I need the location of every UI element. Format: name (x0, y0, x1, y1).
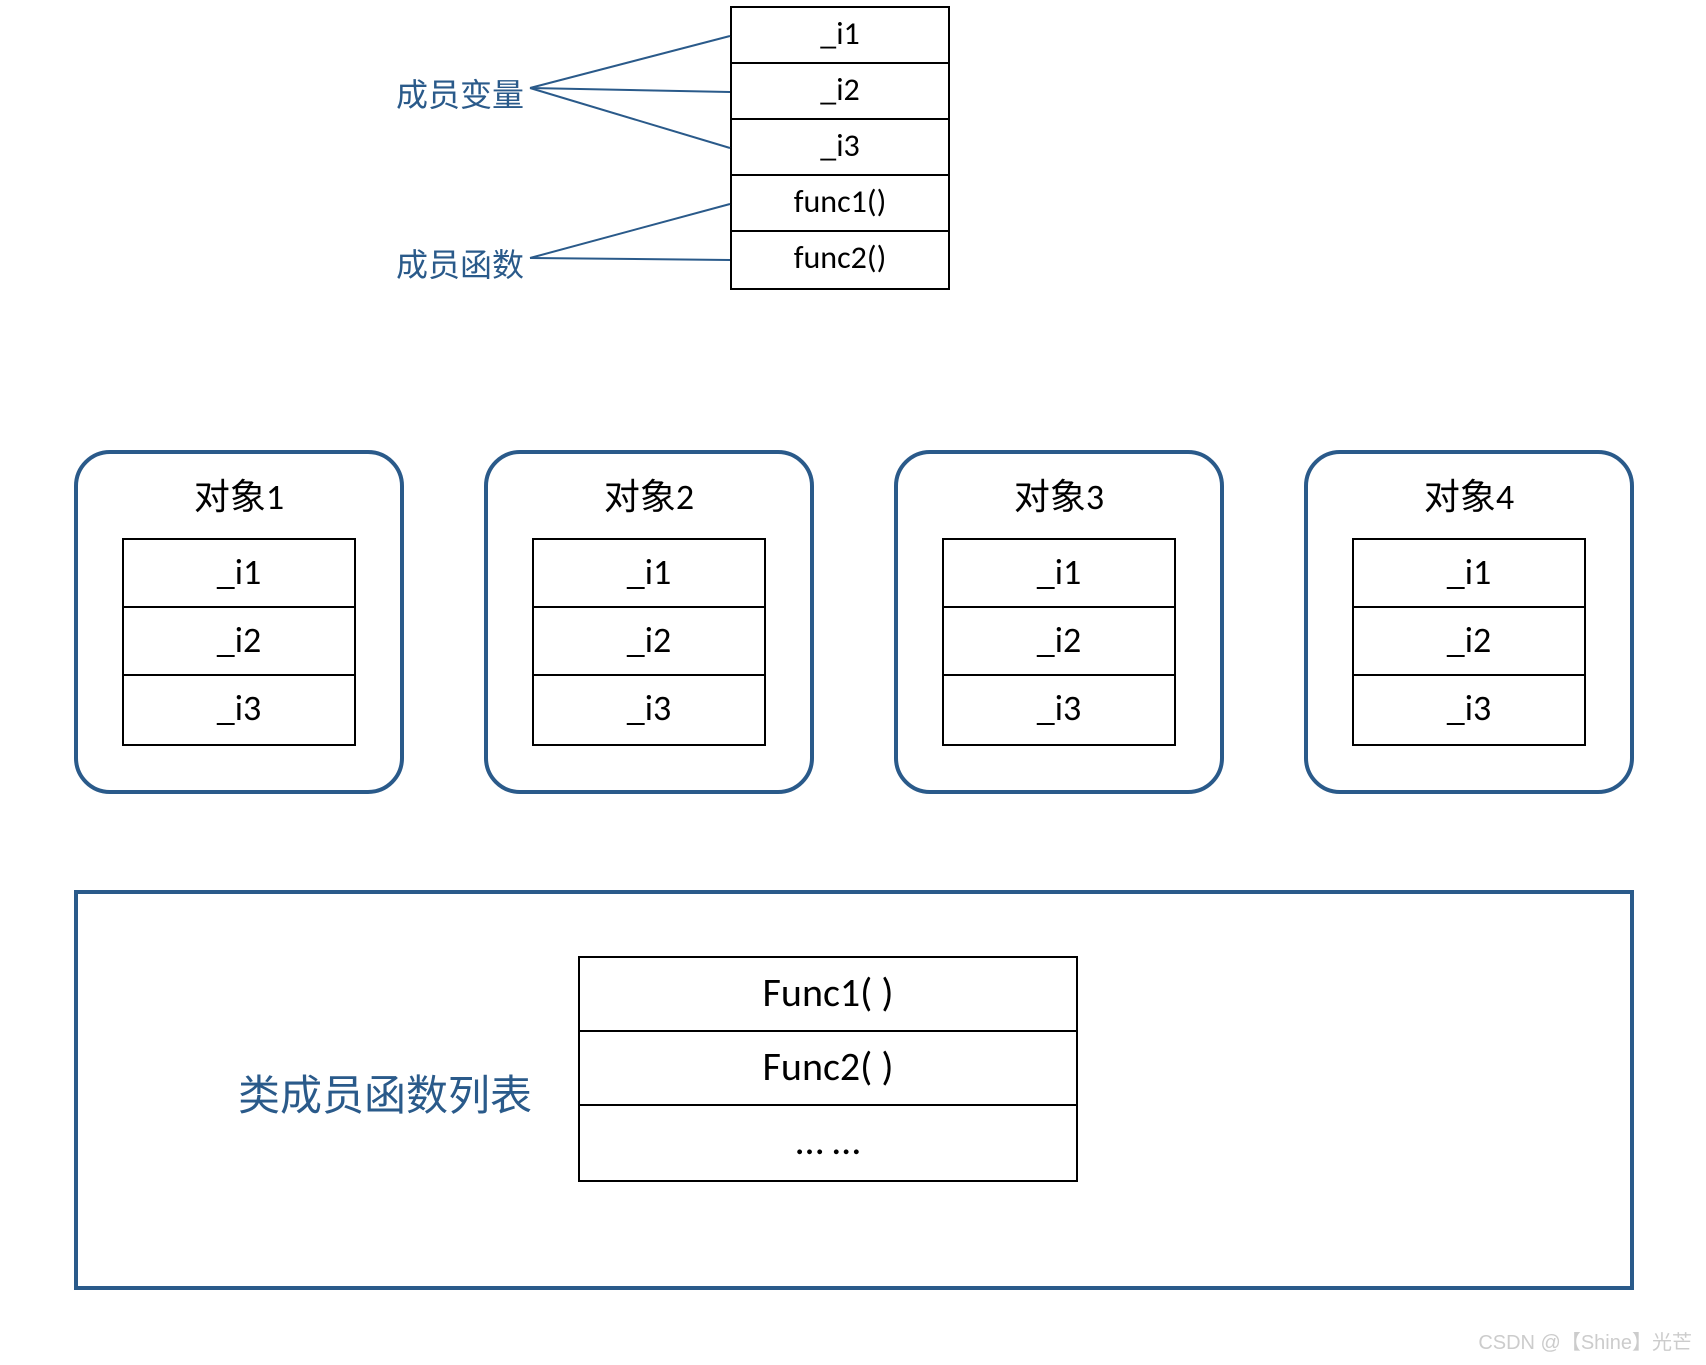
class-stack-row: _i3 (732, 120, 948, 176)
class-definition-stack: _i1 _i2 _i3 func1() func2() (730, 6, 950, 290)
member-row: _i1 (124, 540, 354, 608)
function-row: Func1( ) (580, 958, 1076, 1032)
member-row: _i2 (124, 608, 354, 676)
member-row: _i3 (534, 676, 764, 744)
member-row: _i2 (944, 608, 1174, 676)
member-row: _i1 (534, 540, 764, 608)
member-variables-label: 成员变量 (396, 70, 524, 116)
object-members-stack: _i1 _i2 _i3 (942, 538, 1176, 746)
object-title: 对象3 (898, 468, 1220, 520)
object-members-stack: _i1 _i2 _i3 (122, 538, 356, 746)
member-row: _i3 (124, 676, 354, 744)
class-stack-row: _i1 (732, 8, 948, 64)
member-functions-label: 成员函数 (396, 240, 524, 286)
object-card-1: 对象1 _i1 _i2 _i3 (74, 450, 404, 794)
object-card-2: 对象2 _i1 _i2 _i3 (484, 450, 814, 794)
member-row: _i3 (1354, 676, 1584, 744)
member-row: _i1 (944, 540, 1174, 608)
object-members-stack: _i1 _i2 _i3 (532, 538, 766, 746)
member-row: _i2 (1354, 608, 1584, 676)
object-title: 对象4 (1308, 468, 1630, 520)
class-function-list-container: 类成员函数列表 Func1( ) Func2( ) … … (74, 890, 1634, 1290)
object-title: 对象1 (78, 468, 400, 520)
member-row: _i2 (534, 608, 764, 676)
class-stack-row: func1() (732, 176, 948, 232)
class-stack-row: _i2 (732, 64, 948, 120)
object-members-stack: _i1 _i2 _i3 (1352, 538, 1586, 746)
class-function-list-label: 类成员函数列表 (238, 1062, 532, 1123)
object-card-3: 对象3 _i1 _i2 _i3 (894, 450, 1224, 794)
object-card-4: 对象4 _i1 _i2 _i3 (1304, 450, 1634, 794)
object-title: 对象2 (488, 468, 810, 520)
member-row: _i3 (944, 676, 1174, 744)
watermark: CSDN @【Shine】光芒 (1478, 1326, 1692, 1355)
function-row: Func2( ) (580, 1032, 1076, 1106)
function-row: … … (580, 1106, 1076, 1180)
class-stack-row: func2() (732, 232, 948, 288)
class-function-list-stack: Func1( ) Func2( ) … … (578, 956, 1078, 1182)
member-row: _i1 (1354, 540, 1584, 608)
